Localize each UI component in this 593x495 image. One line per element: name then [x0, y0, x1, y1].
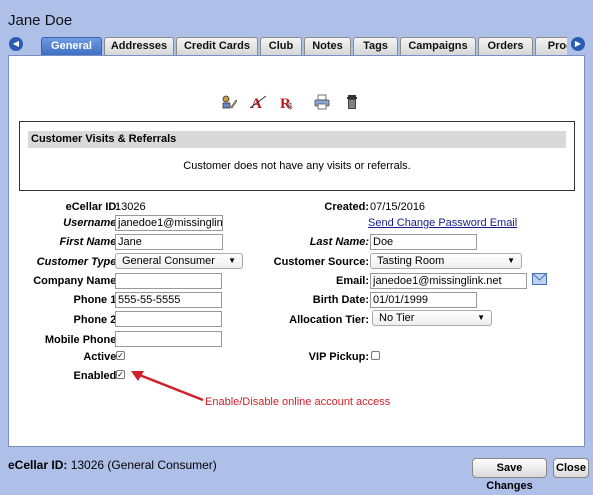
allocation-tier-label: Allocation Tier:	[289, 314, 369, 326]
username-label: Username:	[63, 217, 120, 229]
customer-type-value: General Consumer	[122, 255, 215, 267]
last-name-label: Last Name:	[309, 236, 369, 248]
customer-type-select[interactable]: General Consumer ▼	[115, 253, 243, 269]
font-r-icon[interactable]: R $	[279, 94, 295, 110]
last-name-field[interactable]: Doe	[370, 234, 477, 250]
annotation-arrow	[131, 371, 204, 402]
window-title: Jane Doe	[8, 12, 73, 29]
tab-campaigns[interactable]: Campaigns	[400, 37, 476, 55]
footer-id-label: eCellar ID:	[8, 458, 68, 472]
ecellar-id-value: 13026	[115, 201, 146, 213]
birth-date-label: Birth Date:	[312, 294, 369, 306]
created-value: 07/15/2016	[370, 201, 426, 213]
allocation-tier-select[interactable]: No Tier ▼	[372, 310, 492, 326]
company-name-label: Company Name:	[33, 275, 120, 287]
save-changes-button[interactable]: Save Changes	[472, 458, 547, 492]
email-field[interactable]: janedoe1@missinglink.net	[370, 273, 527, 289]
username-field[interactable]: janedoe1@missinglink.n	[115, 215, 223, 231]
trash-icon[interactable]	[344, 94, 360, 110]
edit-customer-icon[interactable]	[221, 94, 237, 110]
tab-general[interactable]: General	[41, 37, 102, 55]
general-panel: A R $ Customer Visits & Referrals Custom…	[8, 55, 585, 447]
created-label: Created:	[324, 201, 369, 213]
visits-referrals-box: Customer Visits & Referrals Customer doe…	[19, 121, 575, 191]
email-label: Email:	[335, 275, 369, 287]
tab-orders[interactable]: Orders	[478, 37, 533, 55]
annotation-text: Enable/Disable online account access	[205, 396, 391, 408]
allocation-tier-value: No Tier	[379, 312, 415, 324]
active-label: Active:	[83, 351, 120, 363]
vip-pickup-checkbox[interactable]	[371, 351, 380, 360]
customer-source-value: Tasting Room	[377, 255, 445, 267]
footer-id-value: 13026 (General Consumer)	[70, 458, 217, 472]
tab-tags[interactable]: Tags	[353, 37, 398, 55]
tab-credit-cards[interactable]: Credit Cards	[176, 37, 258, 55]
chevron-down-icon: ▼	[228, 256, 236, 265]
mobile-phone-label: Mobile Phone:	[44, 334, 120, 346]
tab-bar: General Addresses Credit Cards Club Note…	[41, 37, 567, 55]
tab-club[interactable]: Club	[260, 37, 302, 55]
font-a-icon[interactable]: A	[250, 94, 266, 110]
first-name-label: First Name:	[59, 236, 120, 248]
first-name-field[interactable]: Jane	[115, 234, 223, 250]
chevron-down-icon: ▼	[507, 256, 515, 265]
print-icon[interactable]	[314, 94, 330, 110]
tab-addresses[interactable]: Addresses	[104, 37, 174, 55]
phone1-label: Phone 1:	[73, 294, 120, 306]
phone2-field[interactable]	[115, 311, 222, 327]
customer-type-label: Customer Type:	[36, 256, 120, 268]
mobile-phone-field[interactable]	[115, 331, 222, 347]
send-change-password-link[interactable]: Send Change Password Email	[368, 217, 517, 229]
active-checkbox[interactable]: ✓	[116, 351, 125, 360]
tab-notes[interactable]: Notes	[304, 37, 351, 55]
tab-products[interactable]: Proc	[535, 37, 567, 55]
phone1-field[interactable]: 555-55-5555	[115, 292, 222, 308]
chevron-down-icon: ▼	[477, 313, 485, 322]
footer-ecellar-id: eCellar ID: 13026 (General Consumer)	[8, 458, 217, 472]
tabs-scroll-right-icon[interactable]: ▶	[571, 37, 585, 51]
enabled-label: Enabled:	[73, 370, 120, 382]
visits-empty-message: Customer does not have any visits or ref…	[183, 160, 411, 172]
company-name-field[interactable]	[115, 273, 222, 289]
close-button[interactable]: Close	[553, 458, 589, 478]
phone2-label: Phone 2:	[73, 314, 120, 326]
enabled-checkbox[interactable]: ✓	[116, 370, 125, 379]
customer-source-label: Customer Source:	[273, 256, 369, 268]
ecellar-id-label: eCellar ID:	[65, 201, 120, 213]
email-envelope-icon[interactable]	[532, 273, 547, 285]
customer-source-select[interactable]: Tasting Room ▼	[370, 253, 522, 269]
birth-date-field[interactable]: 01/01/1999	[370, 292, 477, 308]
tabs-scroll-left-icon[interactable]: ◀	[9, 37, 23, 51]
svg-text:$: $	[288, 102, 293, 110]
visits-heading: Customer Visits & Referrals	[28, 131, 566, 148]
vip-pickup-label: VIP Pickup:	[308, 351, 369, 363]
